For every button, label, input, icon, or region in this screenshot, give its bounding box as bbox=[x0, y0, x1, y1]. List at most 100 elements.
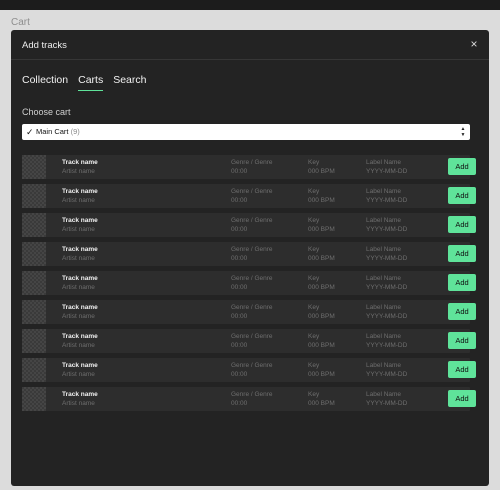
track-time: 00:00 bbox=[231, 226, 248, 233]
choose-cart-label: Choose cart bbox=[22, 107, 71, 117]
track-artwork bbox=[22, 271, 46, 295]
track-label: Label Name bbox=[366, 333, 402, 340]
artist-name: Artist name bbox=[62, 255, 95, 262]
track-time: 00:00 bbox=[231, 284, 248, 291]
artist-name: Artist name bbox=[62, 400, 95, 407]
track-artwork bbox=[22, 213, 46, 237]
track-artwork bbox=[22, 329, 46, 353]
add-button[interactable]: Add bbox=[448, 303, 476, 320]
check-icon: ✓ bbox=[26, 127, 34, 137]
track-date: YYYY-MM-DD bbox=[366, 255, 408, 262]
artist-name: Artist name bbox=[62, 284, 95, 291]
track-row: Track name Artist name Genre / Genre 00:… bbox=[22, 242, 476, 266]
track-artwork bbox=[22, 242, 46, 266]
track-genre: Genre / Genre bbox=[231, 159, 273, 166]
track-name: Track name bbox=[62, 217, 98, 224]
add-button[interactable]: Add bbox=[448, 187, 476, 204]
track-key: Key bbox=[308, 246, 320, 253]
track-bpm: 000 BPM bbox=[308, 371, 335, 378]
track-genre: Genre / Genre bbox=[231, 275, 273, 282]
track-date: YYYY-MM-DD bbox=[366, 168, 408, 175]
track-key: Key bbox=[308, 362, 320, 369]
track-label: Label Name bbox=[366, 159, 402, 166]
track-name: Track name bbox=[62, 275, 98, 282]
artist-name: Artist name bbox=[62, 342, 95, 349]
track-name: Track name bbox=[62, 246, 98, 253]
track-bpm: 000 BPM bbox=[308, 342, 335, 349]
track-row: Track name Artist name Genre / Genre 00:… bbox=[22, 387, 476, 411]
page-title: Cart bbox=[11, 17, 30, 28]
tab-collection[interactable]: Collection bbox=[22, 74, 68, 92]
track-row: Track name Artist name Genre / Genre 00:… bbox=[22, 329, 476, 353]
track-name: Track name bbox=[62, 391, 98, 398]
track-artwork bbox=[22, 300, 46, 324]
track-date: YYYY-MM-DD bbox=[366, 226, 408, 233]
track-time: 00:00 bbox=[231, 342, 248, 349]
track-label: Label Name bbox=[366, 391, 402, 398]
track-name: Track name bbox=[62, 159, 98, 166]
track-artwork bbox=[22, 358, 46, 382]
track-name: Track name bbox=[62, 362, 98, 369]
track-bpm: 000 BPM bbox=[308, 226, 335, 233]
track-name: Track name bbox=[62, 304, 98, 311]
track-date: YYYY-MM-DD bbox=[366, 313, 408, 320]
track-key: Key bbox=[308, 391, 320, 398]
add-tracks-modal: Add tracks × Collection Carts Search Cho… bbox=[11, 30, 489, 486]
track-key: Key bbox=[308, 188, 320, 195]
close-icon[interactable]: × bbox=[467, 37, 481, 51]
track-date: YYYY-MM-DD bbox=[366, 371, 408, 378]
track-artwork bbox=[22, 184, 46, 208]
track-label: Label Name bbox=[366, 362, 402, 369]
cart-select[interactable]: ✓ Main Cart (9) ▲ ▼ bbox=[22, 124, 470, 140]
tab-search[interactable]: Search bbox=[113, 74, 146, 92]
select-arrows-icon: ▲ ▼ bbox=[460, 126, 466, 138]
add-button[interactable]: Add bbox=[448, 361, 476, 378]
track-key: Key bbox=[308, 275, 320, 282]
track-bpm: 000 BPM bbox=[308, 284, 335, 291]
track-artwork bbox=[22, 387, 46, 411]
track-name: Track name bbox=[62, 188, 98, 195]
track-date: YYYY-MM-DD bbox=[366, 342, 408, 349]
add-button[interactable]: Add bbox=[448, 274, 476, 291]
track-time: 00:00 bbox=[231, 313, 248, 320]
add-button[interactable]: Add bbox=[448, 332, 476, 349]
track-bpm: 000 BPM bbox=[308, 255, 335, 262]
track-key: Key bbox=[308, 304, 320, 311]
top-bar bbox=[0, 0, 500, 10]
track-bpm: 000 BPM bbox=[308, 400, 335, 407]
track-time: 00:00 bbox=[231, 255, 248, 262]
track-date: YYYY-MM-DD bbox=[366, 284, 408, 291]
tab-bar: Collection Carts Search bbox=[22, 74, 156, 92]
add-button[interactable]: Add bbox=[448, 216, 476, 233]
artist-name: Artist name bbox=[62, 226, 95, 233]
track-time: 00:00 bbox=[231, 168, 248, 175]
track-label: Label Name bbox=[366, 217, 402, 224]
selected-cart-count: (9) bbox=[70, 127, 80, 136]
modal-title: Add tracks bbox=[22, 40, 67, 51]
add-button[interactable]: Add bbox=[448, 158, 476, 175]
track-genre: Genre / Genre bbox=[231, 362, 273, 369]
track-date: YYYY-MM-DD bbox=[366, 400, 408, 407]
track-row: Track name Artist name Genre / Genre 00:… bbox=[22, 271, 476, 295]
cart-page: Cart Add tracks × Collection Carts Searc… bbox=[0, 10, 500, 490]
track-row: Track name Artist name Genre / Genre 00:… bbox=[22, 213, 476, 237]
artist-name: Artist name bbox=[62, 197, 95, 204]
track-bpm: 000 BPM bbox=[308, 313, 335, 320]
selected-cart: Main Cart (9) bbox=[36, 125, 80, 139]
track-genre: Genre / Genre bbox=[231, 188, 273, 195]
artist-name: Artist name bbox=[62, 168, 95, 175]
add-button[interactable]: Add bbox=[448, 245, 476, 262]
track-time: 00:00 bbox=[231, 371, 248, 378]
track-genre: Genre / Genre bbox=[231, 304, 273, 311]
modal-header: Add tracks × bbox=[11, 30, 489, 60]
track-row: Track name Artist name Genre / Genre 00:… bbox=[22, 358, 476, 382]
artist-name: Artist name bbox=[62, 371, 95, 378]
track-key: Key bbox=[308, 217, 320, 224]
track-genre: Genre / Genre bbox=[231, 333, 273, 340]
tab-carts[interactable]: Carts bbox=[78, 74, 104, 92]
track-label: Label Name bbox=[366, 188, 402, 195]
track-genre: Genre / Genre bbox=[231, 217, 273, 224]
add-button[interactable]: Add bbox=[448, 390, 476, 407]
track-name: Track name bbox=[62, 333, 98, 340]
track-row: Track name Artist name Genre / Genre 00:… bbox=[22, 155, 476, 179]
